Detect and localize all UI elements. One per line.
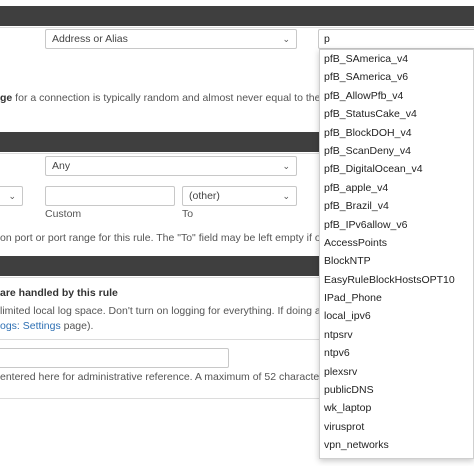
dropdown-option[interactable]: pfB_ScanDeny_v4 (320, 142, 473, 160)
dropdown-option[interactable]: wk_laptop (320, 399, 473, 417)
dropdown-option[interactable]: EasyRuleBlockHostsOPT10 (320, 271, 473, 289)
dropdown-option[interactable]: plexsrv (320, 363, 473, 381)
custom-label: Custom (45, 208, 82, 220)
dropdown-option[interactable]: vpn_networks (320, 436, 473, 454)
to-label: To (182, 208, 194, 220)
dropdown-option[interactable]: pfB_IPv6allow_v6 (320, 216, 473, 234)
alias-autocomplete-dropdown[interactable]: pfB_SAmerica_v4 pfB_SAmerica_v6 pfB_AllowP… (319, 49, 474, 459)
log-label: are handled by this rule (0, 287, 118, 299)
log-help-line2: ogs: Settings page). (0, 320, 93, 332)
source-address-value: p (324, 33, 330, 45)
dest-port-to-select[interactable]: (other) ⌄ (182, 186, 297, 206)
log-settings-link[interactable]: ogs: Settings (0, 320, 61, 332)
chevron-down-icon: ⌄ (282, 34, 290, 44)
dropdown-option[interactable]: pfB_AllowPfb_v4 (320, 87, 473, 105)
source-panel-header (0, 6, 474, 26)
chevron-down-icon: ⌄ (282, 161, 290, 171)
dropdown-option[interactable]: BlockNTP (320, 252, 473, 270)
dropdown-option[interactable]: local_ipv6 (320, 307, 473, 325)
source-address-input[interactable]: p (318, 29, 474, 49)
dropdown-option[interactable]: publicDNS (320, 381, 473, 399)
dropdown-option[interactable]: pfB_apple_v4 (320, 179, 473, 197)
dropdown-option[interactable]: ntpsrv (320, 326, 473, 344)
divider (0, 27, 474, 28)
description-input[interactable] (0, 348, 229, 368)
dest-type-value: Any (52, 160, 71, 172)
log-help-rest: page). (60, 320, 94, 332)
dropdown-option[interactable]: virusprot (320, 418, 473, 436)
dropdown-option[interactable]: pfB_StatusCake_v4 (320, 105, 473, 123)
chevron-down-icon: ⌄ (8, 191, 16, 201)
description-help: entered here for administrative referenc… (0, 371, 328, 383)
dest-port-to-value: (other) (189, 190, 220, 202)
source-port-help: ge for a connection is typically random … (0, 92, 340, 104)
dropdown-option[interactable]: pfB_DigitalOcean_v4 (320, 160, 473, 178)
source-type-value: Address or Alias (52, 33, 128, 45)
source-help-bold: ge (0, 92, 13, 104)
dropdown-option[interactable]: IPad_Phone (320, 289, 473, 307)
dest-port-help: on port or port range for this rule. The… (0, 232, 340, 244)
dropdown-option[interactable]: pfB_SAmerica_v4 (320, 50, 473, 68)
dest-port-from-select[interactable]: ⌄ (0, 186, 23, 206)
dropdown-option[interactable]: pfB_BlockDOH_v4 (320, 124, 473, 142)
dest-port-custom-input[interactable] (45, 186, 175, 206)
dest-type-select[interactable]: Any ⌄ (45, 156, 297, 176)
source-type-select[interactable]: Address or Alias ⌄ (45, 29, 297, 49)
dropdown-option[interactable]: pfB_SAmerica_v6 (320, 68, 473, 86)
dropdown-option[interactable]: pfB_Brazil_v4 (320, 197, 473, 215)
dropdown-option[interactable]: ntpv6 (320, 344, 473, 362)
log-help: limited local log space. Don't turn on l… (0, 305, 335, 317)
dropdown-option[interactable]: AccessPoints (320, 234, 473, 252)
chevron-down-icon: ⌄ (282, 191, 290, 201)
source-help-text: for a connection is typically random and… (12, 92, 341, 104)
